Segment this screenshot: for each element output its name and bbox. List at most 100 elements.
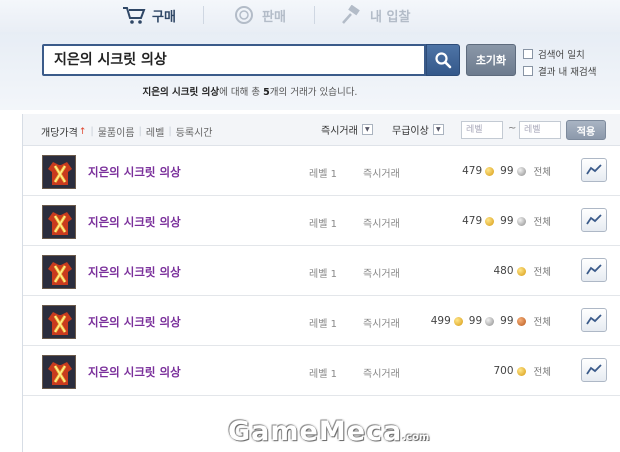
server-scope-label: 전체: [533, 167, 551, 178]
item-costume-icon[interactable]: [42, 355, 76, 389]
tab-sell[interactable]: 판매: [232, 4, 286, 26]
server-scope-label: 전체: [533, 317, 551, 328]
search-within-label: 결과 내 재검색: [538, 67, 597, 78]
search-icon: [435, 52, 452, 69]
item-name[interactable]: 지은의 시크릿 의상: [88, 164, 181, 180]
grade-select[interactable]: 무급이상 ▼: [392, 122, 444, 137]
price-amount: 700: [493, 365, 514, 377]
silver-coin-icon: [485, 316, 495, 326]
item-price: 479 99 전체: [462, 214, 551, 228]
exact-match-checkbox[interactable]: [523, 49, 533, 59]
tab-bar: 구매 판매 내 입찰: [0, 0, 620, 32]
item-trade-type: 즉시거래: [363, 369, 400, 380]
item-trade-type: 즉시거래: [363, 169, 400, 180]
server-scope-label: 전체: [533, 217, 551, 228]
copper-coin-icon: [516, 316, 526, 326]
chevron-down-icon: ▼: [432, 124, 444, 135]
tab-divider: [314, 6, 315, 24]
price-amount: 479: [462, 165, 483, 177]
coin-icon: [235, 6, 253, 24]
trade-type-value: 즉시거래: [321, 126, 358, 137]
price-amount: 479: [462, 215, 483, 227]
price-chart-button[interactable]: [581, 208, 607, 232]
level-max-input[interactable]: 레벨: [519, 121, 561, 139]
chevron-down-icon: ▼: [361, 124, 373, 135]
trend-chart-icon: [586, 264, 602, 275]
apply-button[interactable]: 적용: [566, 120, 606, 140]
watermark-suffix: .com: [402, 432, 430, 443]
trade-type-select[interactable]: 즉시거래 ▼: [321, 122, 373, 137]
listing-row[interactable]: 지은의 시크릿 의상 레벨 1 즉시거래 499 99 99 전체: [23, 297, 620, 346]
sort-registered[interactable]: 등록시간: [176, 124, 213, 139]
result-count: 5: [263, 87, 270, 98]
search-input[interactable]: 지은의 시크릿 의상: [42, 44, 426, 76]
item-name[interactable]: 지은의 시크릿 의상: [88, 214, 181, 230]
tab-my-bids[interactable]: 내 입찰: [340, 4, 410, 26]
reset-button[interactable]: 초기화: [466, 44, 516, 76]
item-level: 레벨 1: [309, 369, 337, 380]
sort-level[interactable]: 레벨: [146, 124, 164, 139]
result-middle-text: 에 대해 총: [219, 87, 264, 98]
divider: |: [138, 126, 142, 137]
item-price: 700 전체: [493, 364, 551, 378]
listing-row[interactable]: 지은의 시크릿 의상 레벨 1 즉시거래 700 전체: [23, 347, 620, 396]
item-level: 레벨 1: [309, 219, 337, 230]
gold-coin-icon: [453, 316, 463, 326]
sort-bar: 개당가격 ↑ | 물품이름 | 레벨 | 등록시간 즉시거래 ▼ 무급이상 ▼ 레…: [23, 114, 620, 146]
price-amount: 480: [493, 265, 514, 277]
item-name[interactable]: 지은의 시크릿 의상: [88, 314, 181, 330]
server-scope-label: 전체: [533, 367, 551, 378]
divider: |: [168, 126, 172, 137]
sort-name[interactable]: 물품이름: [98, 124, 135, 139]
item-price: 480 전체: [493, 264, 551, 278]
item-costume-icon[interactable]: [42, 255, 76, 289]
listing-row[interactable]: 지은의 시크릿 의상 레벨 1 즉시거래 480 전체: [23, 247, 620, 296]
item-trade-type: 즉시거래: [363, 269, 400, 280]
item-costume-icon[interactable]: [42, 155, 76, 189]
watermark-text: GameMeca: [228, 416, 403, 447]
divider: |: [90, 126, 94, 137]
watermark-logo: GameMeca.com: [228, 416, 429, 447]
exact-match-option[interactable]: 검색어 일치: [523, 47, 585, 61]
price-amount: 99: [500, 315, 514, 327]
item-name[interactable]: 지은의 시크릿 의상: [88, 264, 181, 280]
item-trade-type: 즉시거래: [363, 219, 400, 230]
tab-buy-label: 구매: [152, 9, 176, 25]
result-suffix-text: 개의 거래가 있습니다.: [269, 87, 358, 98]
silver-coin-icon: [516, 166, 526, 176]
price-chart-button[interactable]: [581, 358, 607, 382]
grade-value: 무급이상: [392, 126, 429, 137]
price-amount: 99: [468, 315, 483, 327]
price-chart-button[interactable]: [581, 308, 607, 332]
search-button[interactable]: [426, 44, 460, 76]
result-query: 지은의 시크릿 의상: [142, 87, 220, 98]
item-name[interactable]: 지은의 시크릿 의상: [88, 364, 181, 380]
item-level: 레벨 1: [309, 169, 337, 180]
listing-row[interactable]: 지은의 시크릿 의상 레벨 1 즉시거래 479 99 전체: [23, 197, 620, 246]
sort-links: 개당가격 ↑ | 물품이름 | 레벨 | 등록시간: [41, 124, 213, 139]
item-level: 레벨 1: [309, 319, 337, 330]
search-within-checkbox[interactable]: [523, 66, 533, 76]
price-chart-button[interactable]: [581, 258, 607, 282]
gold-coin-icon: [485, 166, 495, 176]
item-price: 499 99 99 전체: [431, 314, 551, 328]
result-summary: 지은의 시크릿 의상에 대해 총 5개의 거래가 있습니다.: [0, 84, 500, 98]
tab-buy[interactable]: 구매: [122, 4, 176, 26]
cart-icon: [123, 7, 146, 24]
gavel-icon: [342, 5, 360, 24]
range-tilde: ~: [508, 123, 517, 134]
sort-price[interactable]: 개당가격: [41, 124, 78, 139]
price-amount: 99: [500, 165, 514, 177]
level-min-input[interactable]: 레벨: [461, 121, 503, 139]
item-costume-icon[interactable]: [42, 305, 76, 339]
trend-chart-icon: [586, 364, 602, 375]
price-chart-button[interactable]: [581, 158, 607, 182]
item-price: 479 99 전체: [462, 164, 551, 178]
item-trade-type: 즉시거래: [363, 319, 400, 330]
item-costume-icon[interactable]: [42, 205, 76, 239]
price-amount: 499: [430, 315, 451, 327]
listing-row[interactable]: 지은의 시크릿 의상 레벨 1 즉시거래 479 99 전체: [23, 147, 620, 196]
search-within-option[interactable]: 결과 내 재검색: [523, 64, 596, 78]
tab-divider: [203, 6, 204, 24]
tab-sell-label: 판매: [262, 9, 286, 25]
